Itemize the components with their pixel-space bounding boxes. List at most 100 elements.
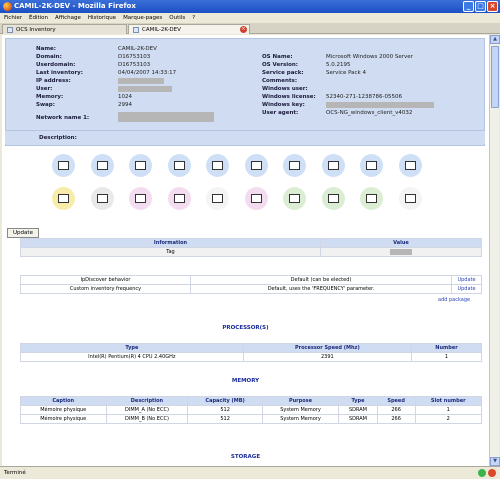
group-icon[interactable] [206,187,230,210]
scroll-thumb[interactable] [491,46,499,108]
minimize-button[interactable]: _ [463,1,474,12]
info-label: Memory: [36,94,64,100]
update-link[interactable]: Update [457,286,475,292]
table-cell: Default, uses the 'FREQUENCY' parameter. [190,284,452,294]
info-value: Service Pack 4 [326,70,366,76]
column-header: Value [320,238,482,248]
table-cell: IpDiscover behavior [20,275,191,285]
network-icon[interactable] [244,154,268,177]
menu-bookmarks[interactable]: Marque-pages [123,13,162,23]
table-cell: 512 [187,414,263,424]
tab-computer[interactable]: CAMIL-2K-DEV × [128,24,250,34]
table-cell: 1 [411,352,482,362]
tag-value-cell[interactable] [320,247,482,257]
table-cell: Mémoire physique [20,414,107,424]
info-label: User agent: [262,110,299,116]
tab-ocs-inventory[interactable]: OCS Inventory [2,24,127,34]
menu-help[interactable]: ? [192,13,195,23]
menu-history[interactable]: Historique [88,13,116,23]
redacted-value [118,86,172,92]
info-label: Name: [36,46,56,52]
maximize-button[interactable]: □ [475,1,486,12]
admin-info-table: Information Value Tag [20,238,482,257]
redacted-value [326,102,434,108]
info-value: 52340-271-1238786-05506 [326,94,402,100]
info-label: OS Version: [262,62,299,68]
table-cell: Tag [20,247,321,257]
info-label: Last inventory: [36,70,83,76]
table-cell: 2391 [242,352,413,362]
processors-table: Type Processor Speed (Mhz) Number Intel(… [20,343,482,362]
port-icon[interactable] [321,154,345,177]
scroll-down-icon[interactable]: ▼ [490,457,500,466]
tab-label: CAMIL-2K-DEV [142,26,181,33]
software-icon[interactable] [360,154,384,177]
controller-icon[interactable] [129,187,153,210]
table-row: Mémoire physique DIMM_A (No ECC) 512 Sys… [20,405,483,415]
column-header: Caption [20,396,107,406]
status-bar: Terminé [0,466,500,479]
info-value: D16753103 [118,62,151,68]
folder-icon[interactable] [167,187,191,210]
update-link[interactable]: Update [457,277,475,283]
info-value: 2994 [118,102,132,108]
config-icon[interactable] [244,187,268,210]
info-label: Service pack: [262,70,304,76]
modem-icon[interactable] [398,187,422,210]
firefox-icon [3,2,12,11]
description-row: Description: [5,130,485,144]
section-title: MEMORY [231,378,260,384]
column-header: Speed [376,396,416,406]
addon-status-icon[interactable] [478,469,486,477]
column-header: Type [20,343,244,353]
info-label: Windows license: [262,94,316,100]
info-value: 1024 [118,94,132,100]
table-cell: DIMM_B (No ECC) [105,414,189,424]
section-title: STORAGE [230,454,261,460]
update-button[interactable]: Update [7,228,39,238]
info-label: Comments: [262,78,298,84]
package-icon[interactable] [360,187,384,210]
column-header: Type [338,396,378,406]
printer-icon[interactable] [398,154,422,177]
admin-icon[interactable] [321,187,345,210]
menu-tools[interactable]: Outils [169,13,185,23]
column-header: Number [411,343,482,353]
table-cell: 1 [414,405,483,415]
info-label: User: [36,86,53,92]
table-cell: Intel(R) Pentium(R) 4 CPU 2.40GHz [20,352,244,362]
memory-icon[interactable] [90,154,114,177]
processor-icon[interactable] [52,154,75,177]
storage-icon[interactable] [129,154,153,177]
add-package-link[interactable]: add package [438,297,470,303]
inventory-icons-row2 [52,187,422,210]
column-header: Description [105,396,189,406]
inventory-icons-row1 [52,154,422,177]
info-label: Network name 1: [36,115,90,121]
registry-icon[interactable] [52,187,75,210]
input-device-icon[interactable] [283,154,307,177]
monitor-icon[interactable] [283,187,307,210]
page-icon [133,26,139,33]
menu-file[interactable]: Fichier [4,13,22,23]
display-icon[interactable] [206,154,230,177]
info-label: Userdomain: [36,62,76,68]
description-label: Description: [39,135,77,141]
menu-edit[interactable]: Édition [29,13,48,23]
info-label: Swap: [36,102,55,108]
info-value: 5.0.2195 [326,62,351,68]
page-content: Name: CAMIL-2K-DEV Domain: D16753103 Use… [2,35,489,466]
security-status-icon[interactable] [488,469,496,477]
scroll-up-icon[interactable]: ▲ [490,35,500,44]
vertical-scrollbar[interactable]: ▲ ▼ [489,35,500,466]
tools-icon[interactable] [90,187,114,210]
column-header: Purpose [261,396,340,406]
table-cell: 266 [376,414,416,424]
table-cell: Custom inventory frequency [20,284,191,294]
close-tab-icon[interactable]: × [240,26,247,33]
harddrive-icon[interactable] [167,154,191,177]
close-window-button[interactable]: × [487,1,498,12]
table-row: Mémoire physique DIMM_B (No ECC) 512 Sys… [20,414,483,424]
menu-view[interactable]: Affichage [55,13,81,23]
info-value: D16753103 [118,54,151,60]
